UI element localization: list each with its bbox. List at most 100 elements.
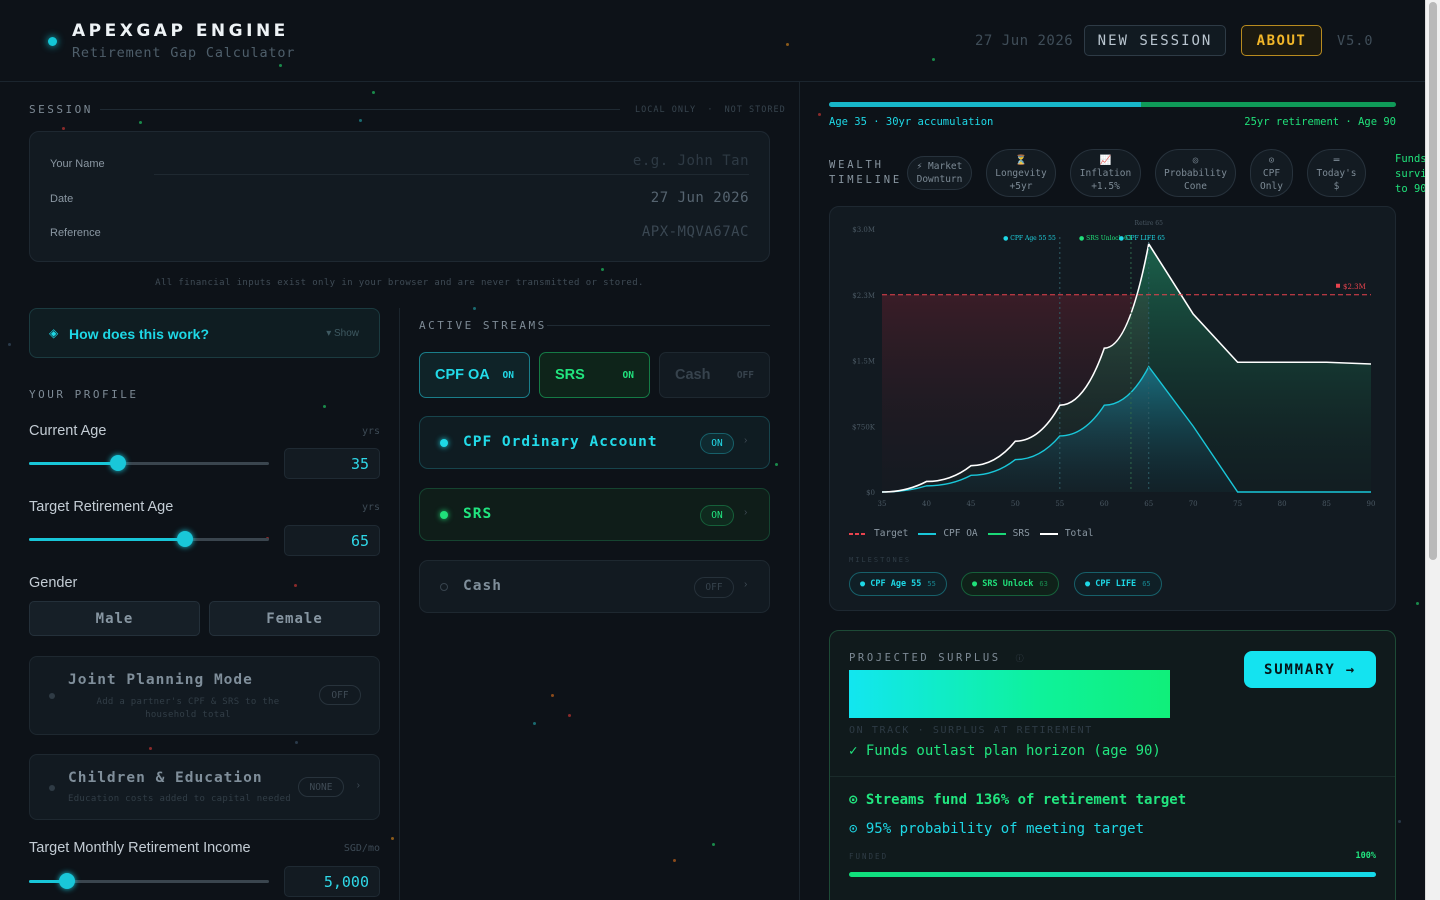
scenario-todays-dollars-button[interactable]: ═ Today's $	[1307, 149, 1366, 197]
x-tick-label: 80	[1278, 500, 1287, 508]
stream-toggle-cash[interactable]: Cash OFF	[659, 352, 770, 398]
session-section-label: SESSION	[29, 103, 93, 116]
session-rule	[100, 109, 620, 110]
y-tick-label: $0	[866, 489, 875, 497]
retirement-age-unit: yrs	[361, 502, 380, 513]
stream-title: CPF Ordinary Account	[463, 434, 658, 450]
scenario-probability-cone-button[interactable]: ◎ Probability Cone	[1155, 149, 1236, 197]
date-field[interactable]: 27 Jun 2026	[651, 190, 749, 206]
milestone-age: 63	[1039, 580, 1048, 588]
wealth-label-line1: WEALTH	[829, 159, 884, 171]
chevron-right-icon[interactable]: ›	[744, 579, 747, 590]
children-education-card[interactable]: Children & Education Education costs add…	[29, 754, 380, 820]
chart-legend: Target CPF OA SRS Total	[849, 528, 1103, 539]
hourglass-icon: ⏳	[1015, 154, 1027, 166]
new-session-button[interactable]: NEW SESSION	[1084, 25, 1226, 56]
cash-card[interactable]: Cash OFF ›	[419, 560, 770, 613]
stream-status-pill[interactable]: OFF	[694, 577, 734, 598]
page-scrollbar-thumb[interactable]	[1429, 2, 1437, 560]
scenario-line: Only	[1260, 180, 1283, 192]
bg-dot	[372, 91, 375, 94]
info-icon[interactable]: ⓘ	[1016, 654, 1027, 663]
children-education-title: Children & Education	[68, 770, 263, 786]
milestone-age: 65	[1142, 580, 1151, 588]
legend-label: CPF OA	[943, 528, 978, 539]
scenario-cpf-only-button[interactable]: ⊙ CPF Only	[1250, 149, 1293, 197]
stream-status-pill[interactable]: ON	[700, 433, 734, 454]
slider-handle[interactable]	[177, 531, 193, 547]
bg-dot	[712, 843, 715, 846]
srs-card[interactable]: SRS ON ›	[419, 488, 770, 541]
scenario-line: Cone	[1184, 180, 1207, 192]
gender-female-button[interactable]: Female	[209, 601, 380, 636]
about-button[interactable]: ABOUT	[1241, 25, 1322, 56]
reference-field: APX-MQVA67AC	[641, 224, 749, 240]
joint-planning-card[interactable]: Joint Planning Mode Add a partner's CPF …	[29, 656, 380, 735]
diamond-icon: ◈	[49, 326, 59, 340]
legend-item-total: Total	[1039, 528, 1093, 539]
x-tick-label: 55	[1055, 500, 1064, 508]
stream-title: SRS	[463, 506, 493, 522]
x-tick-label: 75	[1233, 500, 1242, 508]
scenario-line: Longevity	[995, 167, 1047, 179]
milestone-chip-cpf-55[interactable]: ● CPF Age 55 55	[849, 572, 947, 596]
y-tick-label: $2.3M	[852, 292, 875, 300]
gender-male-button[interactable]: Male	[29, 601, 200, 636]
legend-swatch	[849, 532, 867, 535]
funded-progress-bar	[849, 872, 1376, 877]
bg-dot	[359, 119, 362, 122]
milestone-chip-srs-unlock[interactable]: ● SRS Unlock 63	[961, 572, 1059, 596]
accumulation-segment	[829, 102, 1141, 107]
storage-note-stored: NOT STORED	[724, 105, 786, 115]
how-it-works-title: How does this work?	[69, 326, 210, 342]
bg-dot	[551, 694, 554, 697]
retirement-age-input[interactable]: 65	[284, 525, 380, 556]
slider-fill	[29, 538, 185, 541]
current-age-slider[interactable]	[29, 455, 269, 471]
current-age-input[interactable]: 35	[284, 448, 380, 479]
retirement-age-slider[interactable]	[29, 531, 269, 547]
children-count-badge[interactable]: NONE	[298, 777, 344, 797]
probability-line: ⊙ 95% probability of meeting target	[849, 821, 1145, 837]
slider-handle[interactable]	[109, 455, 126, 471]
chevron-right-icon[interactable]: ›	[744, 435, 747, 446]
x-tick-label: 50	[1011, 500, 1020, 508]
stream-toggle-srs[interactable]: SRS ON	[539, 352, 650, 398]
timeline-retirement-label: 25yr retirement · Age 90	[1244, 116, 1396, 128]
summary-button[interactable]: SUMMARY →	[1244, 651, 1376, 688]
income-slider[interactable]	[29, 873, 269, 889]
x-tick-label: 90	[1367, 500, 1376, 508]
current-age-unit: yrs	[361, 426, 380, 437]
funds-note-line: Funds	[1395, 153, 1425, 165]
legend-label: SRS	[1012, 528, 1030, 539]
chevron-right-icon[interactable]: ›	[744, 507, 747, 518]
stream-toggle-label: Cash	[675, 367, 711, 383]
stream-toggle-state: OFF	[736, 370, 754, 381]
chart-up-icon: 📈	[1099, 154, 1112, 166]
legend-swatch	[918, 532, 937, 535]
cpf-ordinary-account-card[interactable]: CPF Ordinary Account ON ›	[419, 416, 770, 469]
joint-planning-toggle[interactable]: OFF	[319, 685, 361, 705]
stream-title: Cash	[463, 578, 502, 594]
stream-toggle-cpf-oa[interactable]: CPF OA ON	[419, 352, 530, 398]
scenario-line: +1.5%	[1091, 180, 1120, 192]
brand-status-icon	[48, 37, 57, 46]
name-input[interactable]: e.g. John Tan	[633, 153, 749, 169]
milestone-chip-cpf-life[interactable]: ● CPF LIFE 65	[1074, 572, 1162, 596]
scenario-longevity-button[interactable]: ⏳ Longevity +5yr	[986, 149, 1056, 197]
bg-dot	[391, 837, 394, 840]
chevron-right-icon[interactable]: ›	[357, 780, 360, 791]
projected-surplus-label-text: PROJECTED SURPLUS	[849, 652, 1001, 664]
stream-toggle-state: ON	[502, 370, 514, 381]
income-input[interactable]: 5,000	[284, 866, 380, 897]
profile-section-label: YOUR PROFILE	[29, 388, 139, 401]
how-it-works-panel[interactable]: ◈ How does this work? ▾ Show	[29, 308, 380, 358]
scenario-inflation-button[interactable]: 📈 Inflation +1.5%	[1070, 149, 1141, 197]
scenario-market-downturn-button[interactable]: ⚡ Market Downturn	[907, 156, 972, 190]
slider-handle[interactable]	[59, 873, 76, 889]
scenario-line: +5yr	[1009, 180, 1033, 192]
wealth-timeline-chart[interactable]: $0 $750K $1.5M $2.3M $3.0M 35 40 45 50 55 60 65 70 75…	[830, 207, 1397, 612]
x-tick-label: 35	[878, 500, 887, 508]
stream-status-pill[interactable]: ON	[700, 505, 734, 526]
show-toggle[interactable]: ▾ Show	[326, 328, 359, 339]
